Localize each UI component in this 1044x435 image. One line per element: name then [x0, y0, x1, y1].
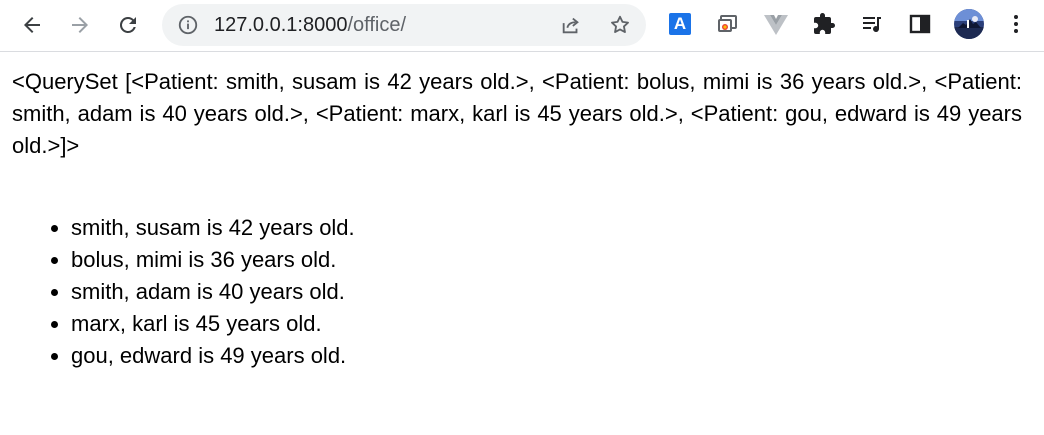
profile-avatar-button[interactable] [954, 9, 984, 39]
page-content: <QuerySet [<Patient: smith, susam is 42 … [12, 66, 1022, 372]
vue-icon [764, 15, 788, 35]
star-icon [611, 15, 629, 33]
reload-button[interactable] [111, 8, 145, 42]
address-bar[interactable]: 127.0.0.1:8000/office/ [162, 4, 646, 46]
url-host: 127.0.0.1:8000 [214, 14, 348, 36]
patient-list-item: bolus, mimi is 36 years old. [71, 244, 1022, 276]
playlist-music-icon [863, 17, 881, 33]
patient-list-item: marx, karl is 45 years old. [71, 308, 1022, 340]
cast-icon [718, 15, 737, 32]
arrow-right-icon [72, 17, 88, 33]
share-icon [562, 17, 579, 34]
info-icon [178, 15, 198, 35]
patient-list-item: smith, adam is 40 years old. [71, 276, 1022, 308]
browser-menu-button[interactable] [1003, 11, 1029, 37]
vue-devtools-button[interactable] [763, 11, 789, 37]
bookmark-button[interactable] [608, 13, 632, 37]
patient-list-item: gou, edward is 49 years old. [71, 340, 1022, 372]
translate-icon: A [669, 13, 691, 35]
patient-list-item: smith, susam is 42 years old. [71, 212, 1022, 244]
side-panel-icon [909, 14, 931, 34]
patient-list: smith, susam is 42 years old. bolus, mim… [12, 212, 1022, 372]
side-panel-button[interactable] [907, 11, 933, 37]
arrow-left-icon [24, 17, 40, 33]
puzzle-icon [814, 13, 835, 34]
cast-extension-button[interactable] [715, 11, 741, 37]
url-path: /office/ [347, 14, 407, 36]
url-text[interactable]: 127.0.0.1:8000/office/ [214, 4, 406, 46]
reload-icon [119, 16, 136, 33]
share-button[interactable] [559, 13, 583, 37]
forward-button[interactable] [63, 8, 97, 42]
more-vertical-icon [1014, 15, 1018, 33]
avatar-icon [954, 9, 984, 39]
queryset-text: <QuerySet [<Patient: smith, susam is 42 … [12, 69, 1022, 158]
translate-extension-button[interactable]: A [667, 11, 693, 37]
back-button[interactable] [15, 8, 49, 42]
extensions-button[interactable] [811, 11, 837, 37]
media-control-button[interactable] [859, 11, 885, 37]
site-info-button[interactable] [176, 13, 200, 37]
translate-badge-text: A [673, 14, 687, 33]
browser-toolbar: 127.0.0.1:8000/office/ A [0, 0, 1044, 52]
